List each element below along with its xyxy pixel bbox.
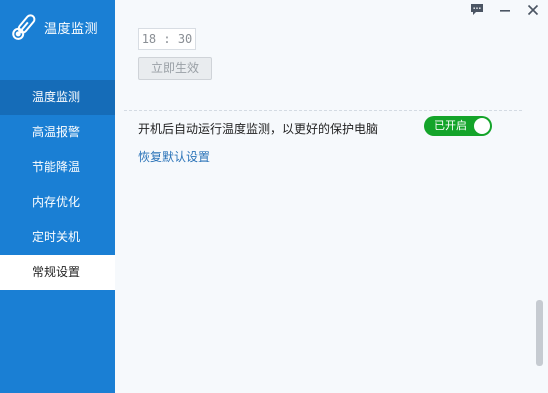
sidebar-item-temperature-monitor[interactable]: 温度监测 — [0, 80, 115, 115]
autostart-toggle[interactable]: 已开启 — [424, 116, 492, 136]
toggle-state-label: 已开启 — [434, 119, 467, 132]
apply-now-button[interactable]: 立即生效 — [138, 57, 212, 80]
minimize-icon[interactable] — [498, 3, 512, 17]
sidebar-item-energy-saving[interactable]: 节能降温 — [0, 150, 115, 185]
sidebar-item-scheduled-shutdown[interactable]: 定时关机 — [0, 220, 115, 255]
section-divider — [124, 110, 522, 111]
autostart-label: 开机后自动运行温度监测，以更好的保护电脑 — [138, 122, 379, 136]
sidebar: 温度监测 温度监测 高温报警 节能降温 内存优化 定时关机 常规设置 — [0, 0, 115, 393]
window-controls — [470, 2, 540, 18]
app-brand: 温度监测 — [9, 7, 115, 47]
app-title: 温度监测 — [44, 21, 99, 37]
chat-icon[interactable] — [470, 3, 484, 17]
toggle-knob — [474, 118, 490, 134]
thermometer-icon — [12, 14, 36, 40]
sidebar-nav: 温度监测 高温报警 节能降温 内存优化 定时关机 常规设置 — [0, 80, 115, 290]
restore-defaults-link[interactable]: 恢复默认设置 — [138, 148, 210, 165]
scrollbar-thumb[interactable] — [536, 300, 543, 366]
close-icon[interactable] — [526, 3, 540, 17]
sidebar-item-high-temp-alarm[interactable]: 高温报警 — [0, 115, 115, 150]
shutdown-time-input[interactable]: 18 : 30 — [138, 28, 196, 50]
sidebar-item-memory-optimize[interactable]: 内存优化 — [0, 185, 115, 220]
sidebar-item-general-settings[interactable]: 常规设置 — [0, 255, 115, 290]
